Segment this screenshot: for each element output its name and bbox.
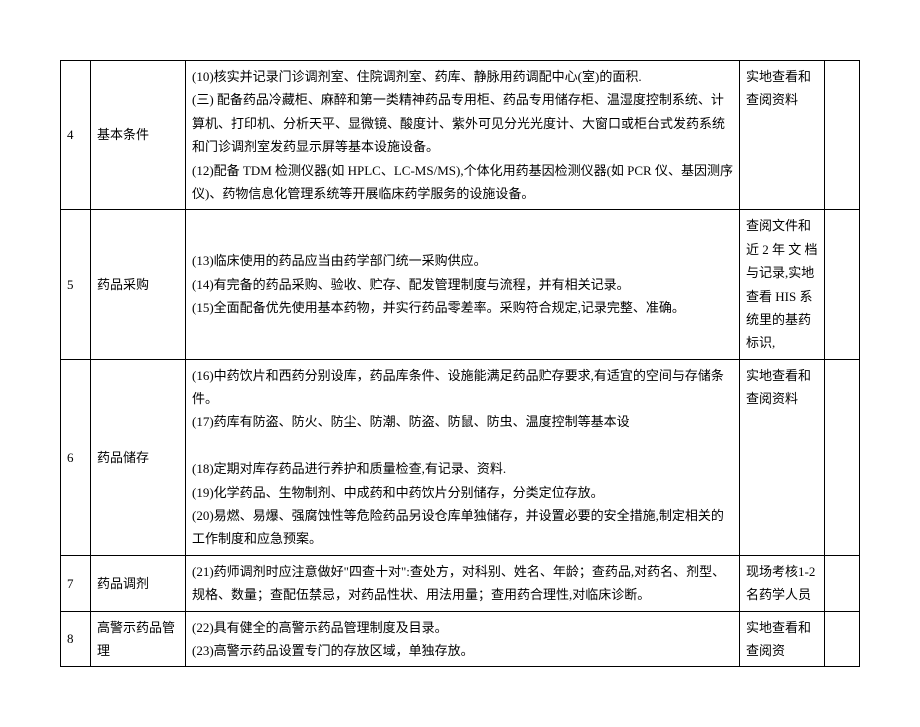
row-content: (16)中药饮片和西药分别设库，药品库条件、设施能满足药品贮存要求,有适宜的空间…: [186, 359, 740, 555]
row-note: 实地查看和查阅资料: [740, 359, 825, 555]
row-empty: [825, 555, 860, 611]
row-category: 高警示药品管理: [91, 611, 186, 667]
content-line: (17)药库有防盗、防火、防尘、防潮、防盗、防鼠、防虫、温度控制等基本设: [192, 410, 733, 433]
table-row: 4基本条件 (10)核实并记录门诊调剂室、住院调剂室、药库、静脉用药调配中心(室…: [61, 61, 860, 210]
content-line: (12)配备 TDM 检测仪器(如 HPLC、LC-MS/MS),个体化用药基因…: [192, 159, 733, 206]
row-number: 5: [61, 210, 91, 359]
row-empty: [825, 210, 860, 359]
row-note: 实地查看和查阅资料: [740, 61, 825, 210]
content-line: (三) 配备药品冷藏柜、麻醉和第一类精神药品专用柜、药品专用储存柜、温湿度控制系…: [192, 88, 733, 158]
document-table: 4基本条件 (10)核实并记录门诊调剂室、住院调剂室、药库、静脉用药调配中心(室…: [60, 60, 860, 667]
row-empty: [825, 61, 860, 210]
row-number: 4: [61, 61, 91, 210]
content-line: [192, 226, 733, 249]
row-note: 现场考核1-2 名药学人员: [740, 555, 825, 611]
content-line: (18)定期对库存药品进行养护和质量检查,有记录、资料.: [192, 457, 733, 480]
table-row: 7药品调剂 (21)药师调剂时应注意做好"四查十对":查处方，对科别、姓名、年龄…: [61, 555, 860, 611]
content-line: [192, 434, 733, 457]
row-number: 8: [61, 611, 91, 667]
table-row: 5药品采购 (13)临床使用的药品应当由药学部门统一采购供应。 (14)有完备的…: [61, 210, 860, 359]
row-content: (13)临床使用的药品应当由药学部门统一采购供应。 (14)有完备的药品采购、验…: [186, 210, 740, 359]
content-line: [192, 320, 733, 343]
row-category: 药品采购: [91, 210, 186, 359]
content-line: (15)全面配备优先使用基本药物，并实行药品零差率。采购符合规定,记录完整、准确…: [192, 296, 733, 319]
content-line: (21)药师调剂时应注意做好"四查十对":查处方，对科别、姓名、年龄；查药品,对…: [192, 560, 733, 607]
row-category: 药品调剂: [91, 555, 186, 611]
row-content: (22)具有健全的高警示药品管理制度及目录。 (23)高警示药品设置专门的存放区…: [186, 611, 740, 667]
row-content: (10)核实并记录门诊调剂室、住院调剂室、药库、静脉用药调配中心(室)的面积. …: [186, 61, 740, 210]
content-line: (22)具有健全的高警示药品管理制度及目录。: [192, 616, 733, 639]
table-row: 8高警示药品管理 (22)具有健全的高警示药品管理制度及目录。 (23)高警示药…: [61, 611, 860, 667]
content-line: (16)中药饮片和西药分别设库，药品库条件、设施能满足药品贮存要求,有适宜的空间…: [192, 364, 733, 411]
row-content: (21)药师调剂时应注意做好"四查十对":查处方，对科别、姓名、年龄；查药品,对…: [186, 555, 740, 611]
row-note: 查阅文件和近 2 年 文 档与记录,实地查看 HIS 系统里的基药标识,: [740, 210, 825, 359]
content-line: (14)有完备的药品采购、验收、贮存、配发管理制度与流程，并有相关记录。: [192, 273, 733, 296]
row-category: 基本条件: [91, 61, 186, 210]
row-empty: [825, 611, 860, 667]
row-number: 6: [61, 359, 91, 555]
row-empty: [825, 359, 860, 555]
content-line: (10)核实并记录门诊调剂室、住院调剂室、药库、静脉用药调配中心(室)的面积.: [192, 65, 733, 88]
content-line: (20)易燃、易爆、强腐蚀性等危险药品另设仓库单独储存，并设置必要的安全措施,制…: [192, 504, 733, 551]
content-line: (19)化学药品、生物制剂、中成药和中药饮片分别储存，分类定位存放。: [192, 481, 733, 504]
table-row: 6药品储存 (16)中药饮片和西药分别设库，药品库条件、设施能满足药品贮存要求,…: [61, 359, 860, 555]
content-line: (13)临床使用的药品应当由药学部门统一采购供应。: [192, 249, 733, 272]
row-category: 药品储存: [91, 359, 186, 555]
row-number: 7: [61, 555, 91, 611]
row-note: 实地查看和查阅资: [740, 611, 825, 667]
